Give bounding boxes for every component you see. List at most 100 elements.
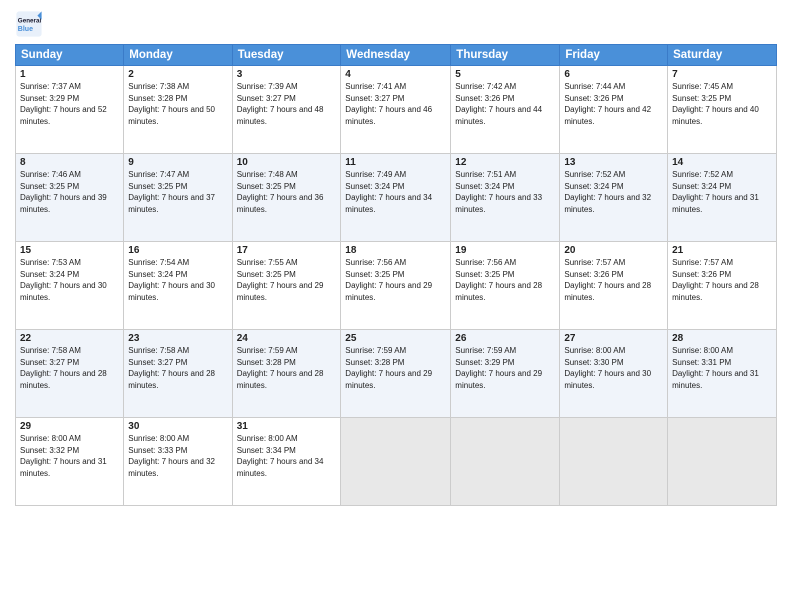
day-info: Sunrise: 7:49 AMSunset: 3:24 PMDaylight:… (345, 169, 446, 215)
day-number: 30 (128, 421, 227, 432)
day-number: 20 (564, 245, 663, 256)
day-number: 22 (20, 333, 119, 344)
day-number: 13 (564, 157, 663, 168)
day-number: 17 (237, 245, 337, 256)
calendar-cell: 24Sunrise: 7:59 AMSunset: 3:28 PMDayligh… (232, 330, 341, 418)
calendar-cell: 14Sunrise: 7:52 AMSunset: 3:24 PMDayligh… (668, 154, 777, 242)
day-number: 24 (237, 333, 337, 344)
calendar-cell: 9Sunrise: 7:47 AMSunset: 3:25 PMDaylight… (124, 154, 232, 242)
day-number: 9 (128, 157, 227, 168)
calendar-cell: 10Sunrise: 7:48 AMSunset: 3:25 PMDayligh… (232, 154, 341, 242)
day-number: 29 (20, 421, 119, 432)
calendar-cell: 27Sunrise: 8:00 AMSunset: 3:30 PMDayligh… (560, 330, 668, 418)
day-number: 19 (455, 245, 555, 256)
col-header-wednesday: Wednesday (341, 45, 451, 66)
calendar-cell: 4Sunrise: 7:41 AMSunset: 3:27 PMDaylight… (341, 66, 451, 154)
day-info: Sunrise: 7:48 AMSunset: 3:25 PMDaylight:… (237, 169, 337, 215)
day-info: Sunrise: 7:39 AMSunset: 3:27 PMDaylight:… (237, 81, 337, 127)
day-number: 26 (455, 333, 555, 344)
day-info: Sunrise: 7:53 AMSunset: 3:24 PMDaylight:… (20, 257, 119, 303)
day-info: Sunrise: 7:52 AMSunset: 3:24 PMDaylight:… (672, 169, 772, 215)
calendar-cell (668, 418, 777, 506)
calendar-cell: 20Sunrise: 7:57 AMSunset: 3:26 PMDayligh… (560, 242, 668, 330)
calendar-cell: 18Sunrise: 7:56 AMSunset: 3:25 PMDayligh… (341, 242, 451, 330)
col-header-tuesday: Tuesday (232, 45, 341, 66)
day-info: Sunrise: 7:38 AMSunset: 3:28 PMDaylight:… (128, 81, 227, 127)
col-header-thursday: Thursday (451, 45, 560, 66)
calendar-cell: 19Sunrise: 7:56 AMSunset: 3:25 PMDayligh… (451, 242, 560, 330)
day-info: Sunrise: 7:44 AMSunset: 3:26 PMDaylight:… (564, 81, 663, 127)
svg-text:Blue: Blue (18, 26, 33, 33)
day-info: Sunrise: 7:54 AMSunset: 3:24 PMDaylight:… (128, 257, 227, 303)
calendar-cell: 5Sunrise: 7:42 AMSunset: 3:26 PMDaylight… (451, 66, 560, 154)
calendar-cell: 6Sunrise: 7:44 AMSunset: 3:26 PMDaylight… (560, 66, 668, 154)
day-info: Sunrise: 7:56 AMSunset: 3:25 PMDaylight:… (455, 257, 555, 303)
day-number: 10 (237, 157, 337, 168)
day-info: Sunrise: 7:46 AMSunset: 3:25 PMDaylight:… (20, 169, 119, 215)
col-header-monday: Monday (124, 45, 232, 66)
day-number: 2 (128, 69, 227, 80)
day-info: Sunrise: 8:00 AMSunset: 3:30 PMDaylight:… (564, 345, 663, 391)
day-number: 1 (20, 69, 119, 80)
week-row-1: 1Sunrise: 7:37 AMSunset: 3:29 PMDaylight… (16, 66, 777, 154)
calendar-cell: 1Sunrise: 7:37 AMSunset: 3:29 PMDaylight… (16, 66, 124, 154)
calendar-cell: 31Sunrise: 8:00 AMSunset: 3:34 PMDayligh… (232, 418, 341, 506)
calendar-table: SundayMondayTuesdayWednesdayThursdayFrid… (15, 44, 777, 506)
day-info: Sunrise: 7:51 AMSunset: 3:24 PMDaylight:… (455, 169, 555, 215)
header: General Blue (15, 10, 777, 38)
day-number: 6 (564, 69, 663, 80)
calendar-cell: 7Sunrise: 7:45 AMSunset: 3:25 PMDaylight… (668, 66, 777, 154)
day-number: 8 (20, 157, 119, 168)
day-info: Sunrise: 7:42 AMSunset: 3:26 PMDaylight:… (455, 81, 555, 127)
calendar-cell: 29Sunrise: 8:00 AMSunset: 3:32 PMDayligh… (16, 418, 124, 506)
calendar-cell: 23Sunrise: 7:58 AMSunset: 3:27 PMDayligh… (124, 330, 232, 418)
day-info: Sunrise: 7:55 AMSunset: 3:25 PMDaylight:… (237, 257, 337, 303)
calendar-cell: 12Sunrise: 7:51 AMSunset: 3:24 PMDayligh… (451, 154, 560, 242)
day-info: Sunrise: 7:59 AMSunset: 3:28 PMDaylight:… (237, 345, 337, 391)
day-info: Sunrise: 7:47 AMSunset: 3:25 PMDaylight:… (128, 169, 227, 215)
col-header-saturday: Saturday (668, 45, 777, 66)
day-info: Sunrise: 7:52 AMSunset: 3:24 PMDaylight:… (564, 169, 663, 215)
day-info: Sunrise: 7:58 AMSunset: 3:27 PMDaylight:… (20, 345, 119, 391)
day-number: 11 (345, 157, 446, 168)
calendar-cell: 3Sunrise: 7:39 AMSunset: 3:27 PMDaylight… (232, 66, 341, 154)
calendar-header-row: SundayMondayTuesdayWednesdayThursdayFrid… (16, 45, 777, 66)
day-info: Sunrise: 7:59 AMSunset: 3:29 PMDaylight:… (455, 345, 555, 391)
day-number: 31 (237, 421, 337, 432)
svg-text:General: General (18, 18, 42, 25)
day-number: 23 (128, 333, 227, 344)
day-info: Sunrise: 7:57 AMSunset: 3:26 PMDaylight:… (564, 257, 663, 303)
logo-icon: General Blue (15, 10, 43, 38)
day-number: 16 (128, 245, 227, 256)
week-row-2: 8Sunrise: 7:46 AMSunset: 3:25 PMDaylight… (16, 154, 777, 242)
calendar-cell: 2Sunrise: 7:38 AMSunset: 3:28 PMDaylight… (124, 66, 232, 154)
col-header-friday: Friday (560, 45, 668, 66)
week-row-3: 15Sunrise: 7:53 AMSunset: 3:24 PMDayligh… (16, 242, 777, 330)
day-number: 3 (237, 69, 337, 80)
day-info: Sunrise: 7:41 AMSunset: 3:27 PMDaylight:… (345, 81, 446, 127)
day-number: 7 (672, 69, 772, 80)
day-info: Sunrise: 8:00 AMSunset: 3:32 PMDaylight:… (20, 433, 119, 479)
page: General Blue SundayMondayTuesdayWednesda… (0, 0, 792, 612)
col-header-sunday: Sunday (16, 45, 124, 66)
calendar-cell: 22Sunrise: 7:58 AMSunset: 3:27 PMDayligh… (16, 330, 124, 418)
calendar-cell (560, 418, 668, 506)
day-info: Sunrise: 7:37 AMSunset: 3:29 PMDaylight:… (20, 81, 119, 127)
day-number: 27 (564, 333, 663, 344)
calendar-cell: 28Sunrise: 8:00 AMSunset: 3:31 PMDayligh… (668, 330, 777, 418)
day-info: Sunrise: 7:59 AMSunset: 3:28 PMDaylight:… (345, 345, 446, 391)
week-row-4: 22Sunrise: 7:58 AMSunset: 3:27 PMDayligh… (16, 330, 777, 418)
day-number: 21 (672, 245, 772, 256)
logo: General Blue (15, 10, 47, 38)
calendar-cell: 8Sunrise: 7:46 AMSunset: 3:25 PMDaylight… (16, 154, 124, 242)
day-number: 12 (455, 157, 555, 168)
day-info: Sunrise: 8:00 AMSunset: 3:33 PMDaylight:… (128, 433, 227, 479)
calendar-cell: 16Sunrise: 7:54 AMSunset: 3:24 PMDayligh… (124, 242, 232, 330)
calendar-cell: 25Sunrise: 7:59 AMSunset: 3:28 PMDayligh… (341, 330, 451, 418)
day-number: 15 (20, 245, 119, 256)
calendar-cell (451, 418, 560, 506)
day-info: Sunrise: 7:56 AMSunset: 3:25 PMDaylight:… (345, 257, 446, 303)
day-number: 14 (672, 157, 772, 168)
day-number: 18 (345, 245, 446, 256)
week-row-5: 29Sunrise: 8:00 AMSunset: 3:32 PMDayligh… (16, 418, 777, 506)
